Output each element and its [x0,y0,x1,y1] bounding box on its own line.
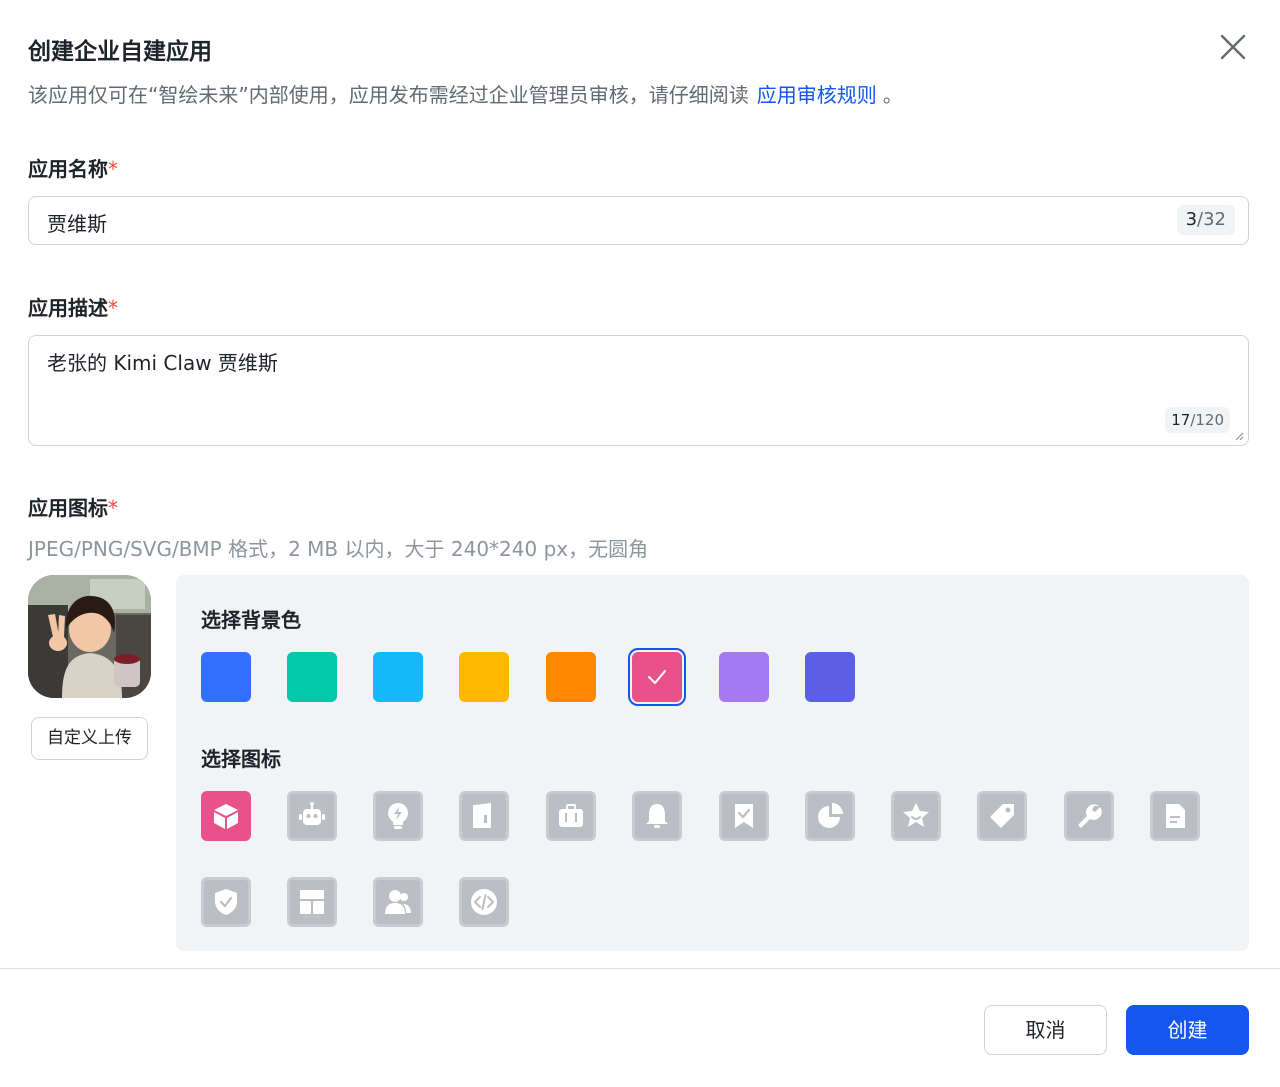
pie-chart-icon [818,803,843,828]
app-icon-preview [28,575,151,698]
document-icon [1166,804,1185,828]
icon-option[interactable] [201,791,251,841]
icon-option[interactable] [459,877,509,927]
icon-option[interactable] [287,877,337,927]
notice-tail: 。 [882,83,903,107]
bg-color-title: 选择背景色 [201,608,301,632]
notice-text: 该应用仅可在“智绘未来”内部使用，应用发布需经过企业管理员审核，请仔细阅读 [28,83,749,107]
wrench-icon [1078,804,1102,828]
layout-icon [300,890,324,914]
briefcase-icon [559,804,583,827]
icon-option[interactable] [373,877,423,927]
dialog-title: 创建企业自建应用 [28,39,212,65]
icon-option[interactable] [459,791,509,841]
required-mark: * [108,496,118,520]
icon-option[interactable] [1064,791,1114,841]
bookmark-check-icon [735,804,753,828]
book-icon [473,803,491,828]
icon-option[interactable] [632,791,682,841]
icon-option[interactable] [891,791,941,841]
icon-option[interactable] [546,791,596,841]
shield-check-icon [215,889,237,915]
color-swatch[interactable] [719,652,769,702]
color-swatch[interactable] [628,648,686,706]
app-icon-hint: JPEG/PNG/SVG/BMP 格式，2 MB 以内，大于 240*240 p… [28,537,649,561]
tag-icon [990,804,1014,828]
icon-select-title: 选择图标 [201,747,281,771]
app-description-label: 应用描述* [28,296,118,320]
lightbulb-icon [388,803,408,829]
icon-option[interactable] [719,791,769,841]
app-description-char-counter: 17/120 [1165,407,1230,433]
star-icon [903,803,929,827]
icon-option[interactable] [373,791,423,841]
app-icon-label: 应用图标* [28,496,118,520]
app-name-label: 应用名称* [28,157,118,181]
icon-option[interactable] [805,791,855,841]
create-button[interactable]: 创建 [1126,1005,1249,1055]
icon-option[interactable] [287,791,337,841]
review-rules-link[interactable]: 应用审核规则 [757,83,877,107]
custom-upload-button[interactable]: 自定义上传 [31,717,148,760]
users-icon [385,890,411,914]
required-mark: * [108,296,118,320]
close-button[interactable] [1216,30,1250,64]
required-mark: * [108,157,118,181]
color-swatch[interactable] [373,652,423,702]
close-icon [1220,34,1246,60]
app-name-char-counter: 3/32 [1176,205,1235,235]
dialog-notice: 该应用仅可在“智绘未来”内部使用，应用发布需经过企业管理员审核，请仔细阅读 应用审… [28,79,903,108]
color-swatch[interactable] [201,652,251,702]
icon-picker-panel: 选择背景色 选择图标 [176,575,1249,951]
color-swatch[interactable] [287,652,337,702]
color-swatch[interactable] [459,652,509,702]
cancel-button[interactable]: 取消 [984,1005,1107,1055]
app-description-value: 老张的 Kimi Claw 贾维斯 [47,351,278,375]
icon-option[interactable] [201,877,251,927]
color-swatch[interactable] [805,652,855,702]
color-swatch[interactable] [546,652,596,702]
app-description-textarea[interactable]: 老张的 Kimi Claw 贾维斯 17/120 [28,335,1249,446]
resize-handle-icon[interactable] [1234,431,1244,441]
code-icon [471,889,497,915]
app-name-value: 贾维斯 [47,212,107,236]
bell-icon [646,804,668,828]
footer-divider [0,968,1280,969]
icon-option[interactable] [977,791,1027,841]
robot-icon [299,802,325,825]
icon-option[interactable] [1150,791,1200,841]
app-name-input[interactable]: 贾维斯 3/32 [28,196,1249,245]
cube-icon [214,804,238,829]
check-icon [648,670,666,684]
